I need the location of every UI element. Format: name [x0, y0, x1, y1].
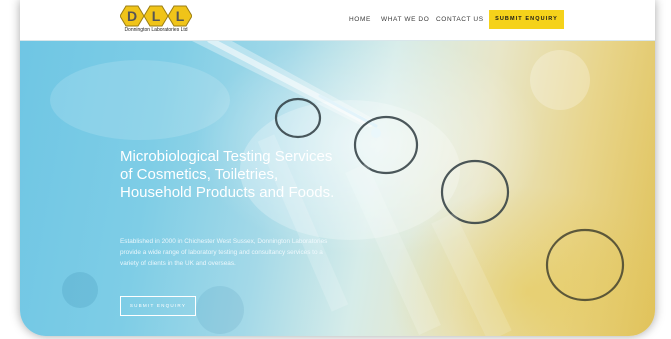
- nav-home[interactable]: HOME: [349, 16, 371, 23]
- logo-letter-1: D: [127, 8, 137, 24]
- hero-headline: Microbiological Testing Services of Cosm…: [120, 148, 335, 201]
- submit-enquiry-button[interactable]: SUBMIT ENQUIRY: [489, 10, 564, 29]
- logo-letter-3: L: [176, 8, 185, 24]
- site-logo[interactable]: D L L Donnington Laboratories Ltd: [120, 4, 192, 36]
- nav-what-we-do[interactable]: WHAT WE DO: [381, 16, 429, 23]
- hexagon-logo-icon: D L L: [120, 5, 192, 27]
- site-header: D L L Donnington Laboratories Ltd HOME W…: [20, 0, 655, 41]
- hero-banner: Microbiological Testing Services of Cosm…: [20, 40, 655, 336]
- nav-contact-us[interactable]: CONTACT US: [436, 16, 484, 23]
- hero-submit-enquiry-button[interactable]: SUBMIT ENQUIRY: [120, 296, 196, 316]
- logo-subtitle: Donnington Laboratories Ltd: [124, 27, 188, 33]
- browser-frame: D L L Donnington Laboratories Ltd HOME W…: [20, 0, 655, 336]
- logo-letter-2: L: [152, 8, 161, 24]
- hero-description: Established in 2000 in Chichester West S…: [120, 238, 328, 267]
